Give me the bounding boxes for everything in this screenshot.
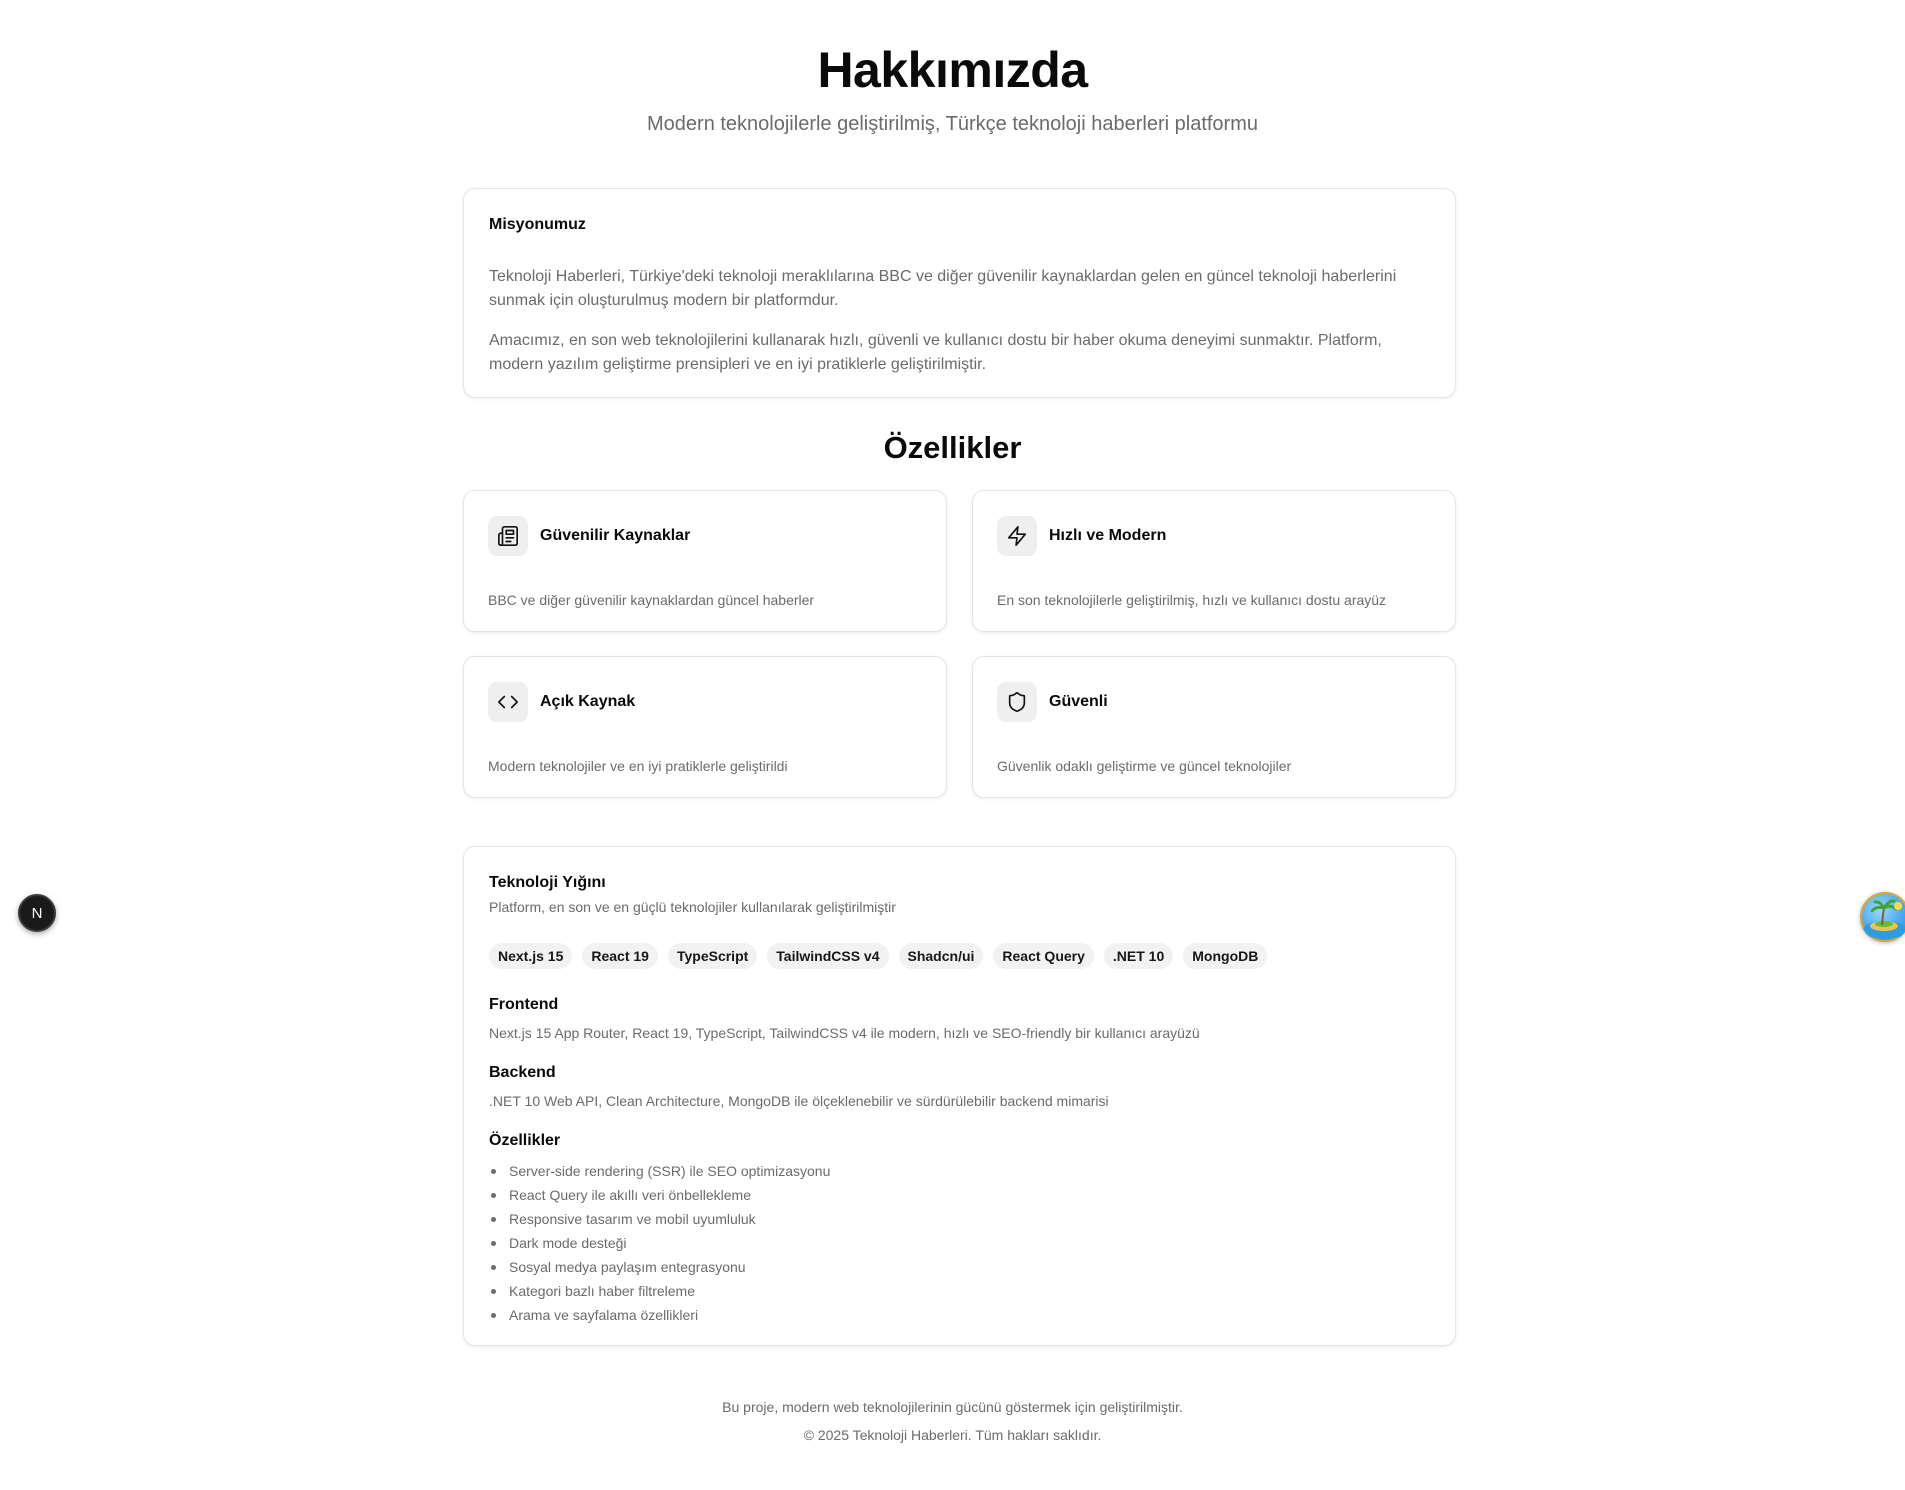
tech-badge: Next.js 15 <box>489 943 573 969</box>
page-subtitle: Modern teknolojilerle geliştirilmiş, Tür… <box>647 113 1258 135</box>
feature-card-fast-modern: Hızlı ve Modern En son teknolojilerle ge… <box>972 490 1456 632</box>
tech-stack-subtitle: Platform, en son ve en güçlü teknolojile… <box>489 899 896 915</box>
tech-badge: MongoDB <box>1183 943 1268 969</box>
bullet-icon <box>491 1313 496 1318</box>
page-header: Hakkımızda Modern teknolojilerle gelişti… <box>0 40 1905 138</box>
feature-description: BBC ve diğer güvenilir kaynaklardan günc… <box>488 592 815 608</box>
tech-badge: TailwindCSS v4 <box>767 943 889 969</box>
lightning-icon <box>997 516 1037 556</box>
list-item-text: Kategori bazlı haber filtreleme <box>509 1283 695 1299</box>
bullet-icon <box>491 1289 496 1294</box>
features-section-title: Özellikler <box>883 430 1022 465</box>
feature-description: Modern teknolojiler ve en iyi pratiklerl… <box>488 758 788 774</box>
tech-features-block: Özellikler Server-side rendering (SSR) i… <box>489 1129 1430 1327</box>
mission-card: Misyonumuz Teknoloji Haberleri, Türkiye'… <box>463 188 1456 398</box>
code-icon <box>488 682 528 722</box>
footer-copyright: © 2025 Teknoloji Haberleri. Tüm hakları … <box>803 1427 1102 1443</box>
shield-icon <box>997 682 1037 722</box>
mission-title: Misyonumuz <box>489 216 586 233</box>
list-item: Kategori bazlı haber filtreleme <box>489 1279 1430 1303</box>
nextjs-logo-icon: N <box>32 905 43 922</box>
bullet-icon <box>491 1169 496 1174</box>
tech-stack-title: Teknoloji Yığını <box>489 874 606 891</box>
list-item: Arama ve sayfalama özellikleri <box>489 1303 1430 1327</box>
feature-title: Güvenilir Kaynaklar <box>540 527 691 544</box>
svg-text:N: N <box>32 905 43 922</box>
nextjs-dev-indicator-button[interactable]: N <box>18 894 56 932</box>
tech-badge: React Query <box>993 943 1094 969</box>
feature-card-reliable-sources: Güvenilir Kaynaklar BBC ve diğer güvenil… <box>463 490 947 632</box>
list-item-text: Responsive tasarım ve mobil uyumluluk <box>509 1211 756 1227</box>
backend-text: .NET 10 Web API, Clean Architecture, Mon… <box>489 1093 1109 1109</box>
footer-note: Bu proje, modern web teknolojilerinin gü… <box>722 1399 1183 1415</box>
bullet-icon <box>491 1217 496 1222</box>
backend-title: Backend <box>489 1064 556 1081</box>
tech-features-list: Server-side rendering (SSR) ile SEO opti… <box>489 1159 1430 1327</box>
list-item: Dark mode desteği <box>489 1231 1430 1255</box>
tech-badges: Next.js 15 React 19 TypeScript TailwindC… <box>489 943 1430 969</box>
feature-description: Güvenlik odaklı geliştirme ve güncel tek… <box>997 758 1292 774</box>
list-item: Sosyal medya paylaşım entegrasyonu <box>489 1255 1430 1279</box>
backend-block: Backend .NET 10 Web API, Clean Architect… <box>489 1061 1430 1111</box>
feature-title: Hızlı ve Modern <box>1049 527 1167 544</box>
frontend-text: Next.js 15 App Router, React 19, TypeScr… <box>489 1025 1200 1041</box>
list-item: Responsive tasarım ve mobil uyumluluk <box>489 1207 1430 1231</box>
bullet-icon <box>491 1265 496 1270</box>
mission-paragraph: Teknoloji Haberleri, Türkiye'deki teknol… <box>489 268 1397 309</box>
list-item-text: Arama ve sayfalama özellikleri <box>509 1307 699 1323</box>
list-item-text: Sosyal medya paylaşım entegrasyonu <box>509 1259 746 1275</box>
list-item: React Query ile akıllı veri önbellekleme <box>489 1183 1430 1207</box>
bullet-icon <box>491 1241 496 1246</box>
list-item-text: Dark mode desteği <box>509 1235 627 1251</box>
page-title: Hakkımızda <box>817 42 1088 98</box>
tech-badge: .NET 10 <box>1103 943 1174 969</box>
tech-badge: TypeScript <box>667 943 758 969</box>
frontend-title: Frontend <box>489 996 559 1013</box>
footer: Bu proje, modern web teknolojilerinin gü… <box>0 1393 1905 1449</box>
newspaper-icon <box>488 516 528 556</box>
list-item-text: React Query ile akıllı veri önbellekleme <box>509 1187 751 1203</box>
feature-card-secure: Güvenli Güvenlik odaklı geliştirme ve gü… <box>972 656 1456 798</box>
bullet-icon <box>491 1193 496 1198</box>
tech-badge: Shadcn/ui <box>898 943 984 969</box>
tech-features-title: Özellikler <box>489 1132 561 1149</box>
tech-stack-card: Teknoloji Yığını Platform, en son ve en … <box>463 846 1456 1346</box>
feature-title: Açık Kaynak <box>540 693 636 710</box>
frontend-block: Frontend Next.js 15 App Router, React 19… <box>489 993 1430 1043</box>
feature-description: En son teknolojilerle geliştirilmiş, hız… <box>997 592 1387 608</box>
tech-badge: React 19 <box>582 943 658 969</box>
assistant-bubble-button[interactable] <box>1860 892 1905 942</box>
feature-card-open-source: Açık Kaynak Modern teknolojiler ve en iy… <box>463 656 947 798</box>
island-icon <box>1860 892 1905 942</box>
list-item: Server-side rendering (SSR) ile SEO opti… <box>489 1159 1430 1183</box>
about-page: Hakkımızda Modern teknolojilerle gelişti… <box>0 0 1905 1490</box>
mission-paragraph: Amacımız, en son web teknolojilerini kul… <box>489 332 1382 373</box>
feature-title: Güvenli <box>1049 693 1108 710</box>
list-item-text: Server-side rendering (SSR) ile SEO opti… <box>509 1163 831 1179</box>
